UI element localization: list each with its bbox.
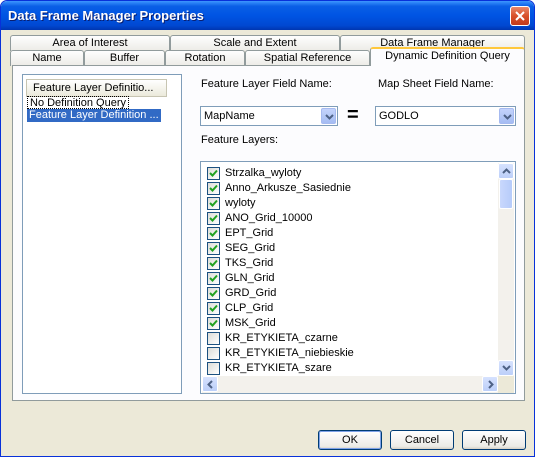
scroll-down-button[interactable] [498, 360, 514, 376]
chevron-down-icon [502, 365, 511, 371]
checkmark-icon [209, 229, 218, 237]
feature-layer-name: TKS_Grid [225, 257, 274, 269]
list-column-header[interactable]: Feature Layer Definitio... [26, 79, 167, 97]
checkmark-icon [209, 244, 218, 252]
layer-field-dropdown-button[interactable] [321, 108, 336, 124]
checkbox-checked[interactable] [207, 317, 220, 330]
feature-layers-list[interactable]: Strzalka_wyloty Anno_Arkusze_Sasiedniewyl… [200, 161, 516, 394]
equals-sign: = [347, 104, 359, 126]
dialog-window: Data Frame Manager Properties Area of In… [0, 0, 535, 457]
map-sheet-field-value: GODLO [379, 110, 419, 122]
feature-layer-name: ANO_Grid_10000 [225, 212, 313, 224]
checkmark-icon [209, 169, 218, 177]
definition-query-list[interactable]: Feature Layer Definitio... No Definition… [22, 74, 182, 394]
checkbox-checked[interactable] [207, 287, 220, 300]
tab-spatial-reference[interactable]: Spatial Reference [245, 50, 370, 66]
feature-layer-name: KR_ETYKIETA_szare [225, 362, 332, 374]
scrollbar-corner [498, 376, 514, 393]
checkbox-unchecked[interactable] [207, 362, 220, 375]
feature-layer-name: EPT_Grid [225, 227, 274, 239]
checkbox-checked[interactable] [207, 167, 220, 180]
close-button[interactable] [510, 6, 530, 26]
checkmark-icon [209, 274, 218, 282]
checkbox-checked[interactable] [207, 257, 220, 270]
tab-dynamic-definition-query[interactable]: Dynamic Definition Query [370, 47, 525, 66]
checkbox-checked[interactable] [207, 212, 220, 225]
map-sheet-dropdown-button[interactable] [499, 108, 514, 124]
list-item-feature-layer-definition[interactable]: Feature Layer Definition ... [27, 109, 161, 122]
feature-layer-name: KR_ETYKIETA_niebieskie [225, 347, 354, 359]
cancel-button[interactable]: Cancel [390, 430, 454, 450]
checkmark-icon [209, 289, 218, 297]
chevron-down-icon [503, 114, 512, 120]
checkbox-checked[interactable] [207, 197, 220, 210]
checkmark-icon [209, 184, 218, 192]
feature-layer-name: wyloty [225, 197, 256, 209]
map-sheet-field-select[interactable]: GODLO [375, 106, 516, 126]
chevron-up-icon [502, 168, 511, 174]
layer-field-value: MapName [204, 110, 255, 122]
checkmark-icon [209, 214, 218, 222]
feature-layers-label: Feature Layers: [201, 134, 279, 146]
feature-layer-name: MSK_Grid [225, 317, 276, 329]
scroll-up-button[interactable] [498, 163, 514, 179]
checkmark-icon [209, 259, 218, 267]
layer-field-select[interactable]: MapName [200, 106, 338, 126]
scroll-right-button[interactable] [482, 376, 498, 392]
feature-layer-name: KR_ETYKIETA_czarne [225, 332, 338, 344]
scroll-left-button[interactable] [202, 376, 218, 392]
feature-layer-name: Strzalka_wyloty [225, 167, 302, 179]
tab-scale-and-extent[interactable]: Scale and Extent [170, 35, 340, 51]
checkbox-unchecked[interactable] [207, 332, 220, 345]
layer-field-label: Feature Layer Field Name: [201, 78, 332, 90]
checkmark-icon [209, 304, 218, 312]
title-bar[interactable]: Data Frame Manager Properties [1, 1, 534, 30]
ok-button[interactable]: OK [318, 430, 382, 450]
tab-rotation[interactable]: Rotation [165, 50, 245, 66]
checkbox-checked[interactable] [207, 302, 220, 315]
feature-layer-name: Anno_Arkusze_Sasiednie [225, 182, 351, 194]
checkbox-checked[interactable] [207, 182, 220, 195]
chevron-down-icon [325, 114, 334, 120]
horizontal-scrollbar[interactable] [202, 376, 498, 393]
checkbox-checked[interactable] [207, 242, 220, 255]
checkbox-unchecked[interactable] [207, 347, 220, 360]
vertical-scrollbar[interactable] [498, 163, 514, 376]
map-sheet-field-label: Map Sheet Field Name: [378, 78, 494, 90]
feature-layer-name: GRD_Grid [225, 287, 277, 299]
checkbox-checked[interactable] [207, 227, 220, 240]
feature-layer-name: CLP_Grid [225, 302, 274, 314]
feature-layer-name: GLN_Grid [225, 272, 275, 284]
checkbox-checked[interactable] [207, 272, 220, 285]
tab-name[interactable]: Name [10, 50, 84, 66]
vertical-scroll-thumb[interactable] [499, 179, 513, 209]
list-item-no-definition-query[interactable]: No Definition Query [27, 96, 129, 109]
close-icon [515, 11, 525, 21]
tab-area-of-interest[interactable]: Area of Interest [10, 35, 170, 51]
checkmark-icon [209, 199, 218, 207]
checkmark-icon [209, 319, 218, 327]
chevron-right-icon [488, 380, 494, 389]
chevron-left-icon [207, 380, 213, 389]
window-title: Data Frame Manager Properties [8, 8, 204, 23]
apply-button[interactable]: Apply [462, 430, 526, 450]
feature-layer-name: SEG_Grid [225, 242, 276, 254]
tab-buffer[interactable]: Buffer [84, 50, 165, 66]
